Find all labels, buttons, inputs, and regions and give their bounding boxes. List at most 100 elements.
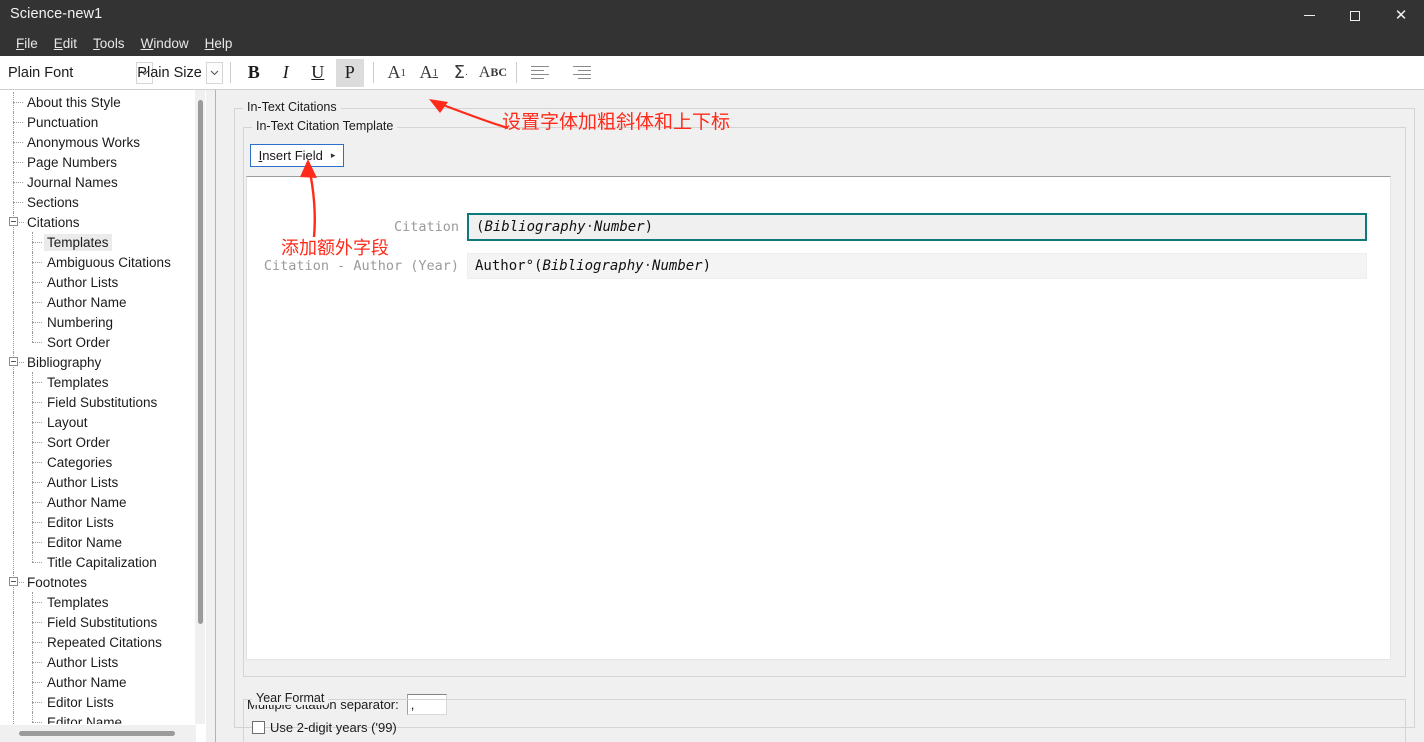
tree-elbow [19,362,24,363]
sidebar-item-bibliography[interactable]: Bibliography [0,352,196,372]
align-left-button[interactable] [526,59,554,87]
plain-button[interactable]: P [335,58,364,87]
size-combo[interactable]: Plain Size [131,61,223,85]
maximize-button[interactable] [1332,0,1378,31]
sidebar-item-ambiguous-citations[interactable]: Ambiguous Citations [0,252,196,272]
tree-elbow [32,282,42,283]
sidebar-item-author-name[interactable]: Author Name [0,492,196,512]
menu-file[interactable]: File [9,34,47,53]
symbol-button[interactable]: Σ. [447,59,475,87]
sidebar-item-label: Ambiguous Citations [47,254,171,270]
sidebar-item-author-lists[interactable]: Author Lists [0,272,196,292]
maximize-icon [1350,10,1360,21]
sidebar-item-label: Templates [47,374,109,390]
template-row-value[interactable]: (Bibliography·Number) [467,213,1367,241]
tree-guide-line [13,672,14,692]
sidebar-item-punctuation[interactable]: Punctuation [0,112,196,132]
tree-expander-collapse-icon[interactable] [9,357,18,366]
align-justify-button[interactable] [568,59,596,87]
sidebar-item-editor-name[interactable]: Editor Name [0,712,196,724]
chevron-down-icon-2[interactable] [205,61,223,84]
sidebar-item-label: Categories [47,454,113,470]
superscript-button[interactable]: A1 [383,59,411,87]
sidebar-item-about-this-style[interactable]: About this Style [0,92,196,112]
font-combo[interactable]: Plain Font [2,61,153,85]
menu-edit[interactable]: Edit [47,34,86,53]
menu-edit-rest: dit [62,36,78,51]
tree-elbow [32,462,42,463]
sidebar-item-label: Author Name [47,294,127,310]
citation-template-editor[interactable]: Citation (Bibliography·Number) Citation … [246,176,1391,660]
two-digit-years-row[interactable]: Use 2-digit years ('99) [252,720,397,735]
template-row-value[interactable]: Author°(Bibliography·Number) [467,253,1367,279]
tree-elbow [32,682,42,683]
tree-elbow [32,542,42,543]
sidebar-item-label: Footnotes [27,574,88,590]
in-text-citations-group-title: In-Text Citations [243,100,341,114]
sidebar-item-footnotes[interactable]: Footnotes [0,572,196,592]
minimize-button[interactable] [1286,0,1332,31]
menu-help[interactable]: Help [198,34,242,53]
italic-button[interactable]: I [272,59,300,87]
tree-guide-line [13,232,14,252]
close-button[interactable]: ✕ [1378,0,1424,31]
align-left-icon [531,65,550,80]
bold-button[interactable]: B [240,59,268,87]
sidebar-item-anonymous-works[interactable]: Anonymous Works [0,132,196,152]
sidebar-item-label: Field Substitutions [47,614,158,630]
sidebar-item-templates[interactable]: Templates [0,592,196,612]
tree-elbow [32,602,42,603]
sidebar-item-field-substitutions[interactable]: Field Substitutions [0,612,196,632]
sidebar-item-label: Author Lists [47,654,119,670]
tree-expander-collapse-icon[interactable] [9,577,18,586]
subscript-button[interactable]: A1 [415,59,443,87]
two-digit-years-checkbox[interactable] [252,721,265,734]
pane-divider[interactable] [206,90,215,742]
citation-template-group: In-Text Citation Template Insert Field ▸… [243,119,1406,715]
tree-expander-collapse-icon[interactable] [9,217,18,226]
insert-field-button[interactable]: Insert Field ▸ [250,144,344,167]
tree-elbow [13,102,23,103]
tree-vertical-scrollbar[interactable] [195,90,205,724]
tree-elbow [32,722,42,723]
tree-guide-line [13,632,14,652]
sidebar-item-sections[interactable]: Sections [0,192,196,212]
style-tree-pane: About this Style Punctuation Anonymous Wor… [0,90,214,742]
sidebar-item-categories[interactable]: Categories [0,452,196,472]
sidebar-item-author-name[interactable]: Author Name [0,292,196,312]
sidebar-item-label: Layout [47,414,88,430]
menu-window[interactable]: Window [134,34,198,53]
sidebar-item-sort-order[interactable]: Sort Order [0,332,196,352]
sidebar-item-journal-names[interactable]: Journal Names [0,172,196,192]
style-tree[interactable]: About this Style Punctuation Anonymous Wor… [0,90,196,724]
sidebar-item-author-name[interactable]: Author Name [0,672,196,692]
sidebar-item-sort-order[interactable]: Sort Order [0,432,196,452]
sidebar-item-repeated-citations[interactable]: Repeated Citations [0,632,196,652]
sidebar-item-author-lists[interactable]: Author Lists [0,472,196,492]
sidebar-item-templates[interactable]: Templates [0,232,196,252]
sidebar-item-page-numbers[interactable]: Page Numbers [0,152,196,172]
menu-tools[interactable]: Tools [86,34,134,53]
sidebar-item-editor-lists[interactable]: Editor Lists [0,512,196,532]
menu-bar: File Edit Tools Window Help [0,31,1424,56]
sidebar-item-numbering[interactable]: Numbering [0,312,196,332]
tree-guide-line [13,332,14,352]
sidebar-item-layout[interactable]: Layout [0,412,196,432]
tree-elbow [32,562,42,563]
sidebar-item-editor-name[interactable]: Editor Name [0,532,196,552]
sidebar-item-title-capitalization[interactable]: Title Capitalization [0,552,196,572]
sidebar-item-editor-lists[interactable]: Editor Lists [0,692,196,712]
sidebar-item-field-substitutions[interactable]: Field Substitutions [0,392,196,412]
sidebar-item-citations[interactable]: Citations [0,212,196,232]
tree-elbow [32,702,42,703]
tree-guide-line [13,512,14,532]
sidebar-item-templates[interactable]: Templates [0,372,196,392]
sidebar-item-label: Editor Name [47,714,123,725]
tree-horizontal-scrollbar[interactable] [0,725,196,742]
tree-elbow [13,142,23,143]
underline-button[interactable]: U [304,59,332,87]
tree-hscroll-thumb[interactable] [19,731,175,736]
tree-vscroll-thumb[interactable] [198,100,203,624]
sidebar-item-author-lists[interactable]: Author Lists [0,652,196,672]
case-button[interactable]: A BC [479,59,507,87]
